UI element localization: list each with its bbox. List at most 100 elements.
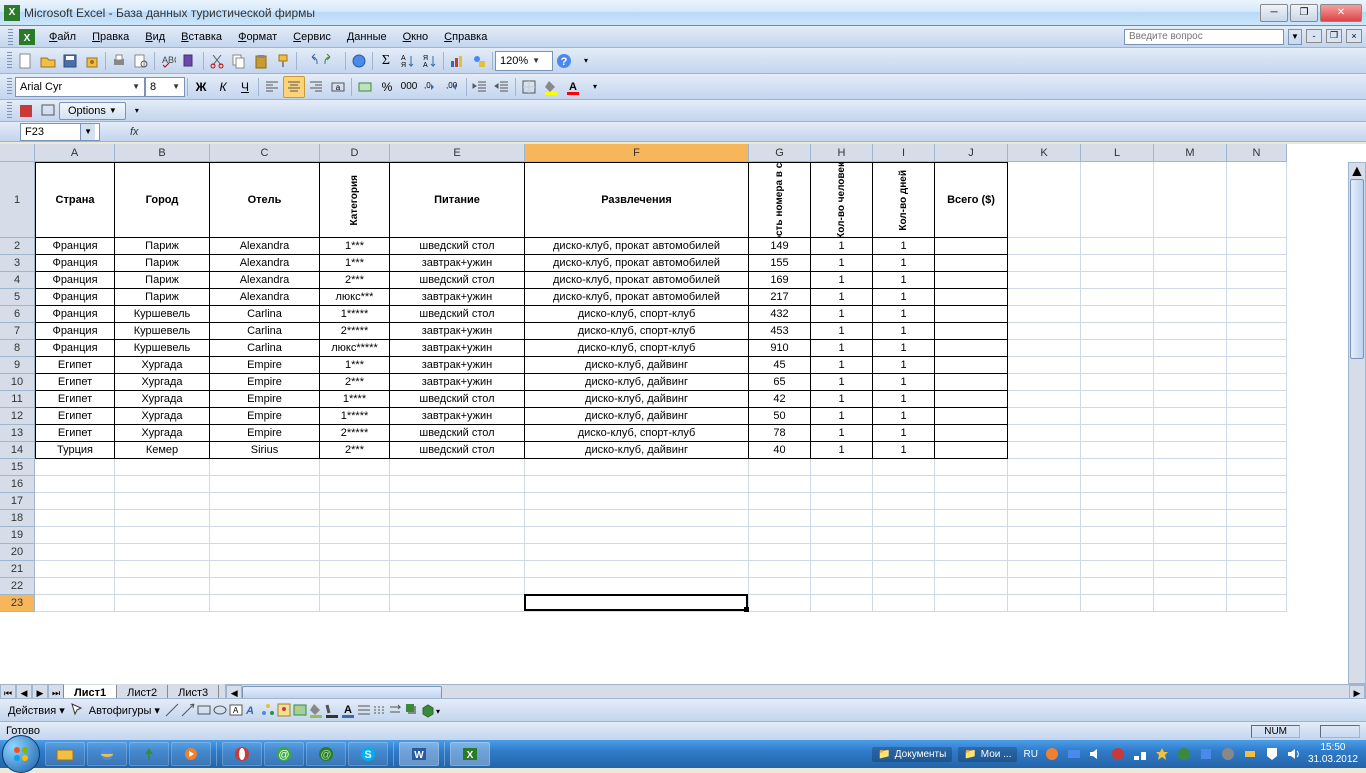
data-cell[interactable] [1008,323,1081,340]
data-cell[interactable]: Alexandra [210,255,320,272]
data-cell[interactable]: 1 [873,391,935,408]
data-cell[interactable] [1227,408,1287,425]
data-cell[interactable]: 1*** [320,255,390,272]
data-cell[interactable]: 1 [811,272,873,289]
empty-cell[interactable] [1008,578,1081,595]
data-cell[interactable] [1081,289,1154,306]
data-cell[interactable]: Париж [115,289,210,306]
column-header[interactable]: I [873,144,935,162]
empty-cell[interactable] [1154,510,1227,527]
empty-cell[interactable] [210,510,320,527]
data-cell[interactable]: диско-клуб, прокат автомобилей [525,255,749,272]
data-cell[interactable] [1081,272,1154,289]
empty-cell[interactable] [811,527,873,544]
column-header[interactable]: G [749,144,811,162]
dash-style-icon[interactable] [372,702,388,718]
data-cell[interactable]: завтрак+ужин [390,374,525,391]
data-cell[interactable]: Франция [35,272,115,289]
empty-cell[interactable] [873,493,935,510]
row-header[interactable]: 7 [0,323,35,340]
empty-cell[interactable] [390,544,525,561]
data-cell[interactable]: Carlina [210,306,320,323]
comma-icon[interactable]: 000 [398,76,420,98]
tray-volume-icon[interactable] [1286,746,1302,762]
cut-icon[interactable] [206,50,228,72]
data-cell[interactable]: 155 [749,255,811,272]
3d-icon[interactable] [420,702,436,718]
data-cell[interactable]: 1 [873,340,935,357]
data-cell[interactable] [1227,272,1287,289]
data-cell[interactable] [1227,374,1287,391]
column-header[interactable]: E [390,144,525,162]
data-cell[interactable]: диско-клуб, спорт-клуб [525,323,749,340]
merge-center-icon[interactable]: a [327,76,349,98]
row-header[interactable]: 15 [0,459,35,476]
tray-icon[interactable] [1242,746,1258,762]
data-cell[interactable]: Empire [210,357,320,374]
data-cell[interactable]: 50 [749,408,811,425]
redo-icon[interactable] [321,50,343,72]
maximize-button[interactable]: ❐ [1290,4,1318,22]
data-cell[interactable] [1154,323,1227,340]
percent-icon[interactable]: % [376,76,398,98]
data-cell[interactable] [1008,374,1081,391]
data-cell[interactable]: шведский стол [390,442,525,459]
empty-cell[interactable] [390,459,525,476]
ie-taskbar-icon[interactable] [87,742,127,766]
data-cell[interactable] [1154,408,1227,425]
data-cell[interactable] [1081,238,1154,255]
data-cell[interactable] [935,391,1008,408]
data-cell[interactable] [1227,289,1287,306]
ask-dropdown[interactable]: ▼ [1288,29,1302,45]
empty-cell[interactable] [35,510,115,527]
empty-cell[interactable] [1081,561,1154,578]
data-cell[interactable]: шведский стол [390,272,525,289]
data-cell[interactable]: Sirius [210,442,320,459]
icq-taskbar-icon[interactable]: @ [306,742,346,766]
data-cell[interactable]: Кемер [115,442,210,459]
menu-вид[interactable]: Вид [137,29,173,45]
align-center-icon[interactable] [283,76,305,98]
empty-cell[interactable] [525,595,749,612]
data-cell[interactable]: 2***** [320,323,390,340]
select-all-corner[interactable] [0,144,35,162]
row-header[interactable]: 22 [0,578,35,595]
data-cell[interactable] [935,340,1008,357]
data-cell[interactable]: 1 [811,306,873,323]
spreadsheet-grid[interactable]: ABCDEFGHIJKLMN 1234567891011121314151617… [0,144,1366,702]
arrow-style-icon[interactable] [388,702,404,718]
data-cell[interactable] [1227,357,1287,374]
data-cell[interactable] [1154,255,1227,272]
data-cell[interactable]: 1 [811,425,873,442]
empty-cell[interactable] [390,510,525,527]
row-header[interactable]: 2 [0,238,35,255]
hyperlink-icon[interactable] [348,50,370,72]
research-icon[interactable] [179,50,201,72]
empty-cell[interactable] [320,561,390,578]
ask-question-box[interactable] [1124,29,1284,45]
empty-cell[interactable] [749,527,811,544]
sort-desc-icon[interactable]: ЯА [419,50,441,72]
empty-cell[interactable] [811,493,873,510]
toolbar-grip[interactable] [7,52,12,70]
empty-cell[interactable] [320,459,390,476]
language-indicator[interactable]: RU [1023,749,1037,760]
fill-color-icon[interactable] [540,76,562,98]
data-cell[interactable]: Alexandra [210,238,320,255]
data-cell[interactable] [1081,357,1154,374]
data-cell[interactable]: 149 [749,238,811,255]
toolbar-options-icon[interactable]: ▾ [584,76,606,98]
data-cell[interactable] [935,374,1008,391]
excel-taskbar-icon[interactable]: X [450,742,490,766]
data-cell[interactable] [935,425,1008,442]
align-left-icon[interactable] [261,76,283,98]
data-cell[interactable]: Куршевель [115,340,210,357]
data-cell[interactable]: диско-клуб, дайвинг [525,374,749,391]
decrease-decimal-icon[interactable]: ,00 [442,76,464,98]
data-cell[interactable]: 40 [749,442,811,459]
format-painter-icon[interactable] [272,50,294,72]
data-cell[interactable]: 1 [873,306,935,323]
header-cell[interactable]: Всего ($) [935,162,1008,238]
data-cell[interactable]: Carlina [210,340,320,357]
empty-cell[interactable] [811,595,873,612]
